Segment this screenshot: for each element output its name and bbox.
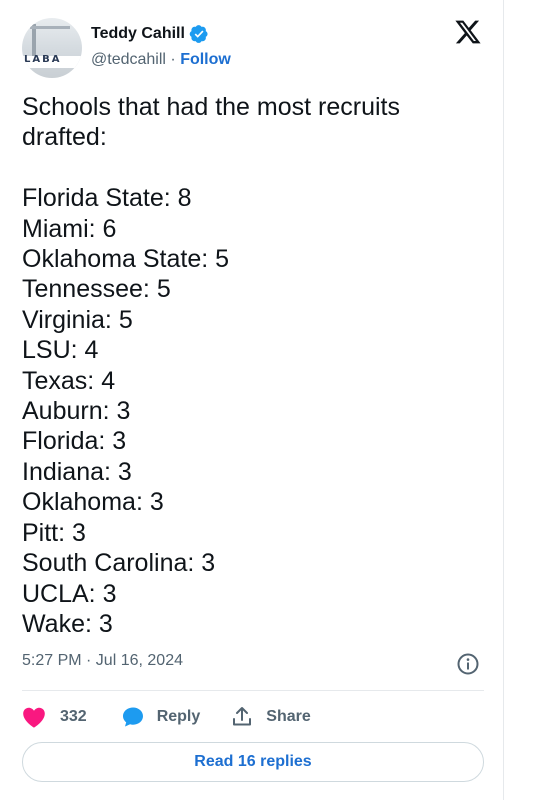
school-entry: Indiana: 3	[22, 457, 132, 486]
author-name[interactable]: Teddy Cahill	[91, 25, 185, 43]
avatar-image-detail	[30, 26, 70, 29]
author-handle-row: @tedcahill · Follow	[91, 51, 231, 69]
share-label: Share	[266, 708, 311, 725]
info-icon[interactable]	[456, 652, 480, 676]
action-bar: 332 Reply Share	[22, 704, 311, 730]
school-entry: Oklahoma: 3	[22, 488, 164, 517]
like-count: 332	[60, 708, 87, 725]
school-entry: Wake: 3	[22, 609, 113, 638]
heart-icon	[23, 707, 45, 728]
school-entry: South Carolina: 3	[22, 549, 216, 578]
school-entry: Virginia: 5	[22, 305, 133, 334]
timestamp[interactable]: 5:27 PM · Jul 16, 2024	[22, 652, 183, 670]
separator-dot: ·	[170, 51, 176, 68]
divider	[22, 690, 484, 691]
like-button[interactable]: 332	[22, 706, 87, 728]
avatar-lettering: LABA	[24, 54, 62, 65]
school-entry: Florida State: 8	[22, 184, 192, 213]
author-handle[interactable]: @tedcahill	[91, 51, 166, 68]
avatar[interactable]: LABA	[22, 18, 82, 78]
school-entry: Florida: 3	[22, 427, 127, 456]
share-upload-icon	[233, 707, 252, 726]
reply-button[interactable]: Reply	[121, 705, 201, 729]
school-entry: UCLA: 3	[22, 579, 117, 608]
read-replies-button[interactable]: Read 16 replies	[22, 742, 484, 782]
school-entry: Oklahoma State: 5	[22, 245, 230, 274]
school-entry: Pitt: 3	[22, 518, 86, 547]
school-entry: Tennessee: 5	[22, 275, 171, 304]
tweet-intro-line: drafted:	[22, 123, 107, 152]
tweet-embed-card: LABA Teddy Cahill @tedcahill · Follow Sc…	[0, 0, 504, 800]
tweet-text: Schools that had the most recruits draft…	[22, 92, 482, 639]
school-entry: Auburn: 3	[22, 397, 131, 426]
share-button[interactable]: Share	[230, 705, 311, 729]
x-logo-icon[interactable]	[454, 18, 482, 46]
verified-badge-icon	[189, 25, 208, 43]
school-entry: LSU: 4	[22, 336, 99, 365]
speech-bubble-icon	[122, 707, 143, 727]
tweet-intro-line: Schools that had the most recruits	[22, 93, 400, 121]
follow-button[interactable]: Follow	[180, 51, 231, 68]
school-entry: Texas: 4	[22, 366, 116, 395]
reply-label: Reply	[156, 708, 201, 725]
author-name-row[interactable]: Teddy Cahill	[91, 24, 209, 44]
school-entry: Miami: 6	[22, 214, 117, 243]
